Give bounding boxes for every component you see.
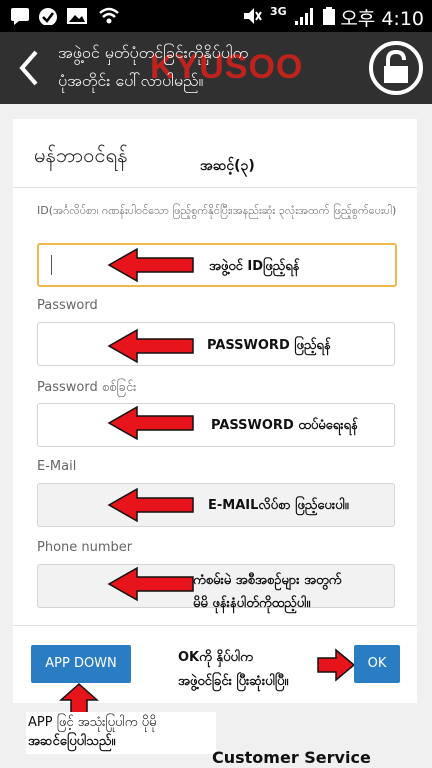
header-title-line1: အဖွဲ့ဝင် မှတ်ပုံတင်ခြင်းကိုနှိပ်ပါက — [58, 43, 249, 62]
status-bar: 3G 오후 4:10 — [0, 0, 432, 32]
ok-note-line2: အဖွဲ့ဝင်ခြင်း ပြီးဆုံးပါပြီ။ — [178, 674, 289, 689]
form-title: မန်ဘာဝင်ရန် — [34, 143, 128, 167]
annotation-arrow-ok — [317, 648, 356, 682]
id-hint: အဖွဲ့ဝင် IDဖြည့်ရန် — [209, 259, 300, 274]
app-header: KYUSOO အဖွဲ့ဝင် မှတ်ပုံတင်ခြင်းကိုနှိပ်ပ… — [0, 32, 432, 104]
customer-service-link[interactable]: Customer Service — [212, 748, 371, 767]
annotation-arrow-password — [107, 328, 194, 364]
bottom-note: APP ဖြင့် အသုံးပြုပါက ပိုမို အဆင်ပြေပါသည… — [26, 712, 216, 754]
wifi-icon — [99, 7, 119, 24]
phone-hint-line2: မိမိ ဖုန်းနံပါတ်ကိုထည့်ပါ။ — [193, 596, 311, 611]
phone-hint-line1: ကံစမ်းမဲ အစီအစဉ်များ အတွက် — [193, 573, 342, 588]
annotation-arrow-id — [107, 247, 194, 283]
battery-icon — [323, 7, 335, 25]
back-arrow-icon[interactable] — [14, 48, 44, 88]
step-note: အဆင့်(၃) — [200, 158, 255, 174]
password-label: Password — [37, 298, 98, 313]
annotation-arrow-phone — [107, 566, 194, 602]
email-hint: E-MAILလိပ်စာ ဖြည့်ပေးပါ။ — [208, 498, 349, 513]
password-hint: PASSWORD ဖြည့်ရန် — [207, 338, 331, 353]
chat-icon — [11, 8, 29, 25]
lock-icon[interactable] — [368, 40, 424, 96]
phone-label: Phone number — [37, 540, 133, 555]
password-confirm-hint: PASSWORD ထပ်မံရေးရန် — [211, 418, 358, 433]
title-divider — [13, 187, 417, 188]
app-down-button[interactable]: APP DOWN — [31, 645, 131, 683]
gallery-icon — [67, 8, 87, 24]
id-label: ID(အင်္ဂလိပ်စာ၊ ဂဏန်းပါဝင်သော ဖြည့်စွက်န… — [37, 204, 397, 217]
network-type: 3G — [270, 5, 287, 18]
header-title-line2: ပုံအတိုင်း ပေါ်လာပါမည်။ — [58, 71, 204, 90]
text-cursor — [51, 255, 52, 275]
bottom-note-line1: APP ဖြင့် အသုံးပြုပါက ပိုမို — [28, 715, 157, 730]
annotation-arrow-password-confirm — [107, 405, 194, 441]
email-label: E-Mail — [37, 459, 77, 474]
status-time: 오후 4:10 — [340, 8, 424, 30]
password-confirm-label: Password စစ်ခြင်း — [37, 380, 137, 395]
mute-icon — [244, 8, 262, 24]
check-circle-icon — [39, 8, 57, 25]
annotation-arrow-app-down — [59, 682, 99, 715]
ok-button[interactable]: OK — [354, 645, 400, 683]
annotation-arrow-email — [107, 487, 194, 523]
ok-note-line1: OKကို နှိပ်ပါက — [178, 650, 253, 665]
signal-icon — [295, 8, 313, 25]
bottom-note-line2: အဆင်ပြေပါသည်။ — [28, 734, 116, 749]
footer-divider — [13, 625, 417, 626]
